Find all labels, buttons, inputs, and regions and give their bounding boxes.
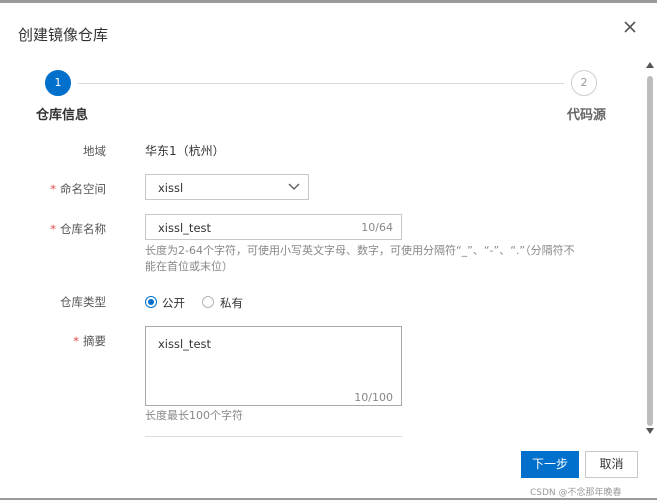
region-label: 地域 [83,144,106,158]
required-mark: * [50,222,56,236]
radio-public[interactable] [145,296,157,308]
repo-name-label: * 仓库名称 [50,222,106,236]
required-mark: * [50,182,56,196]
form-divider [145,436,402,437]
step-1-label: 仓库信息 [36,108,89,123]
next-step-button[interactable]: 下一步 [521,451,579,478]
summary-hint: 长度最长100个字符 [145,409,243,422]
close-button[interactable] [620,17,640,37]
repo-name-char-count: 10/64 [361,221,393,234]
window-top-edge [0,0,657,3]
scrollbar-thumb[interactable] [647,76,653,426]
stepper-connector [78,83,564,84]
summary-char-count: 10/100 [354,391,393,404]
repo-name-input-value: xissl_test [158,221,212,235]
repo-type-label: 仓库类型 [60,295,106,309]
cancel-button[interactable]: 取消 [585,451,638,478]
summary-textarea[interactable]: xissl_test 10/100 [145,326,402,406]
radio-private-label[interactable]: 私有 [220,295,243,311]
radio-private[interactable] [202,296,214,308]
namespace-select[interactable]: xissl [145,174,309,200]
dialog-title: 创建镜像仓库 [18,26,109,44]
summary-label: * 摘要 [73,334,106,348]
arrow-down-icon[interactable] [645,426,655,436]
step-2-label: 代码源 [567,108,607,123]
radio-public-label[interactable]: 公开 [162,295,185,311]
arrow-up-icon[interactable] [645,60,655,70]
chevron-down-icon [288,183,300,190]
close-icon [624,21,636,33]
namespace-select-value: xissl [158,181,184,195]
required-mark: * [73,334,79,348]
repo-name-hint: 长度为2-64个字符，可使用小写英文字母、数字，可使用分隔符“_”、“-”、“.… [145,244,575,273]
summary-textarea-value: xissl_test [158,337,212,351]
watermark: CSDN @不念那年晚春 [530,488,622,498]
step-2-indicator: 2 [571,70,597,96]
repo-name-input[interactable]: xissl_test 10/64 [145,214,402,240]
region-value: 华东1（杭州） [145,144,225,158]
namespace-label: * 命名空间 [50,182,106,196]
step-1-indicator: 1 [45,70,71,96]
